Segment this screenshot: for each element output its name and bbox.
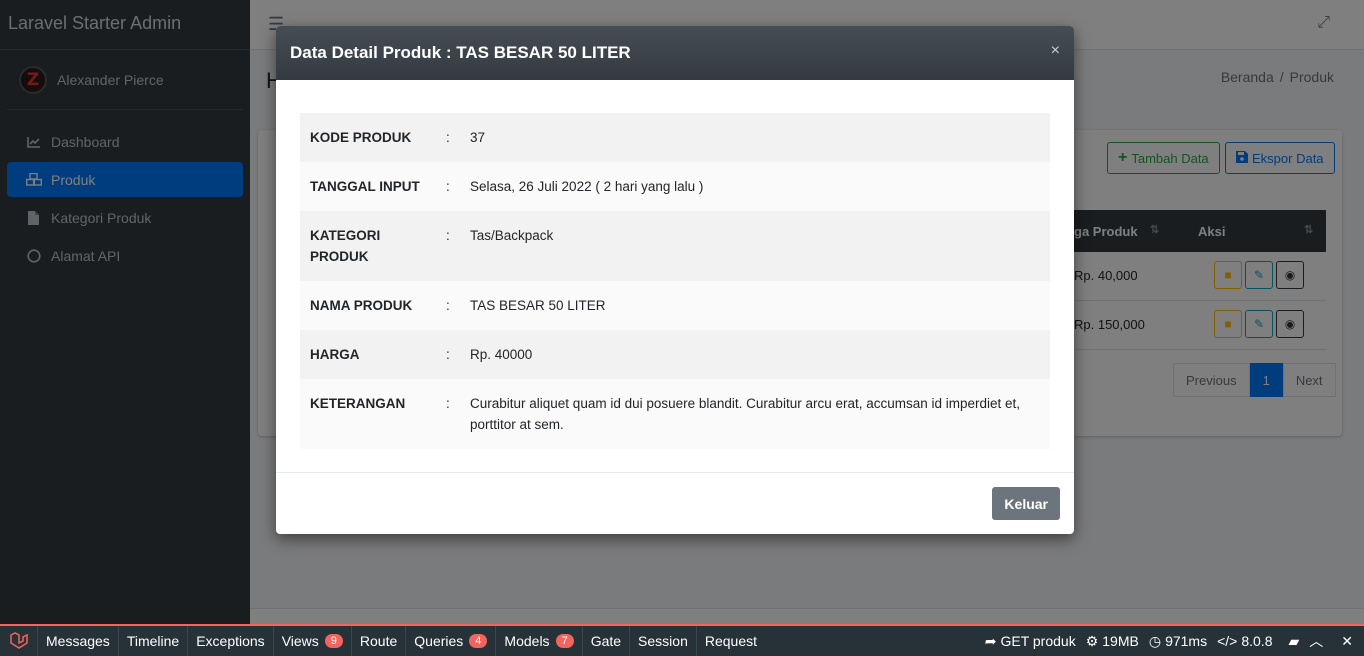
time-label: 971ms — [1165, 633, 1208, 649]
close-icon[interactable]: ✕ — [1336, 626, 1358, 656]
detail-row: NAMA PRODUK : TAS BESAR 50 LITER — [300, 281, 1050, 330]
detail-value: Selasa, 26 Juli 2022 ( 2 hari yang lalu … — [470, 179, 704, 194]
count-badge: 4 — [469, 634, 488, 648]
debug-tab-label: Exceptions — [196, 633, 265, 649]
request-label: GET produk — [1000, 633, 1076, 649]
detail-table: KODE PRODUK : 37 TANGGAL INPUT : Selasa,… — [300, 113, 1050, 449]
detail-value: Curabitur aliquet quam id dui posuere bl… — [470, 396, 1021, 432]
modal-header: Data Detail Produk : TAS BESAR 50 LITER … — [276, 26, 1074, 80]
memory-info: ⚙ 19MB — [1081, 626, 1144, 656]
debug-tab-messages[interactable]: Messages — [38, 626, 119, 656]
debug-tab-label: Models — [504, 633, 550, 649]
detail-value: TAS BESAR 50 LITER — [470, 298, 606, 313]
folder-icon[interactable]: ▰ — [1283, 626, 1304, 656]
debug-tab-label: Session — [638, 633, 688, 649]
debug-tab-label: Views — [281, 633, 319, 649]
chevron-up-icon[interactable]: ︿ — [1304, 626, 1328, 656]
count-badge: 7 — [555, 634, 574, 648]
clock-icon: ◷ — [1148, 632, 1162, 649]
cogs-icon: ⚙ — [1085, 632, 1099, 649]
code-icon: </> — [1217, 633, 1238, 649]
detail-row: KETERANGAN : Curabitur aliquet quam id d… — [300, 379, 1050, 449]
debug-tab-label: Queries — [414, 633, 464, 649]
detail-label: TANGGAL INPUT — [310, 179, 420, 194]
detail-value: Rp. 40000 — [470, 347, 533, 362]
detail-row: KODE PRODUK : 37 — [300, 113, 1050, 162]
detail-label: HARGA — [310, 347, 360, 362]
php-info: </> 8.0.8 — [1212, 626, 1277, 656]
debug-tab-label: Messages — [46, 633, 110, 649]
exit-button[interactable]: Keluar — [992, 487, 1060, 520]
modal-footer: Keluar — [276, 472, 1074, 534]
php-label: 8.0.8 — [1241, 633, 1273, 649]
debug-tab-views[interactable]: Views 9 — [274, 626, 352, 656]
detail-separator: : — [446, 130, 450, 145]
debug-tab-timeline[interactable]: Timeline — [119, 626, 189, 656]
debug-tab-session[interactable]: Session — [630, 626, 697, 656]
close-icon[interactable]: × — [1051, 42, 1060, 60]
laravel-logo-icon[interactable] — [0, 626, 38, 656]
debug-tab-exceptions[interactable]: Exceptions — [188, 626, 274, 656]
debug-tab-label: Gate — [590, 633, 622, 649]
memory-label: 19MB — [1102, 633, 1139, 649]
share-icon: ➦ — [984, 632, 997, 649]
debug-tab-gate[interactable]: Gate — [583, 626, 631, 656]
detail-label: NAMA PRODUK — [310, 298, 413, 313]
debug-tab-label: Request — [704, 633, 758, 649]
product-detail-modal: Data Detail Produk : TAS BESAR 50 LITER … — [276, 26, 1074, 534]
debugbar: Messages Timeline Exceptions Views 9 Rout… — [0, 624, 1364, 656]
debug-tab-request[interactable]: Request — [697, 626, 765, 656]
detail-separator: : — [446, 179, 450, 194]
time-info: ◷ 971ms — [1144, 626, 1212, 656]
debug-tab-queries[interactable]: Queries 4 — [406, 626, 497, 656]
detail-value: 37 — [470, 130, 486, 145]
detail-separator: : — [446, 347, 450, 362]
debug-tab-route[interactable]: Route — [352, 626, 407, 656]
debugbar-status: ➦ GET produk ⚙ 19MB ◷ 971ms </> 8.0.8 ▰ ︿ ✕ — [980, 626, 1364, 656]
detail-label: KATEGORI PRODUK — [310, 228, 381, 264]
debug-tab-label: Route — [359, 633, 398, 649]
detail-row: HARGA : Rp. 40000 — [300, 330, 1050, 379]
detail-separator: : — [446, 396, 450, 411]
detail-value: Tas/Backpack — [470, 228, 554, 243]
debug-tab-label: Timeline — [126, 633, 180, 649]
detail-separator: : — [446, 228, 450, 243]
debug-tab-models[interactable]: Models 7 — [496, 626, 583, 656]
modal-title: Data Detail Produk : TAS BESAR 50 LITER — [290, 43, 631, 62]
detail-row: TANGGAL INPUT : Selasa, 26 Juli 2022 ( 2… — [300, 162, 1050, 211]
request-info[interactable]: ➦ GET produk — [980, 626, 1081, 656]
detail-label: KODE PRODUK — [310, 130, 412, 145]
detail-row: KATEGORI PRODUK : Tas/Backpack — [300, 211, 1050, 281]
detail-label: KETERANGAN — [310, 396, 406, 411]
count-badge: 9 — [324, 634, 343, 648]
detail-separator: : — [446, 298, 450, 313]
